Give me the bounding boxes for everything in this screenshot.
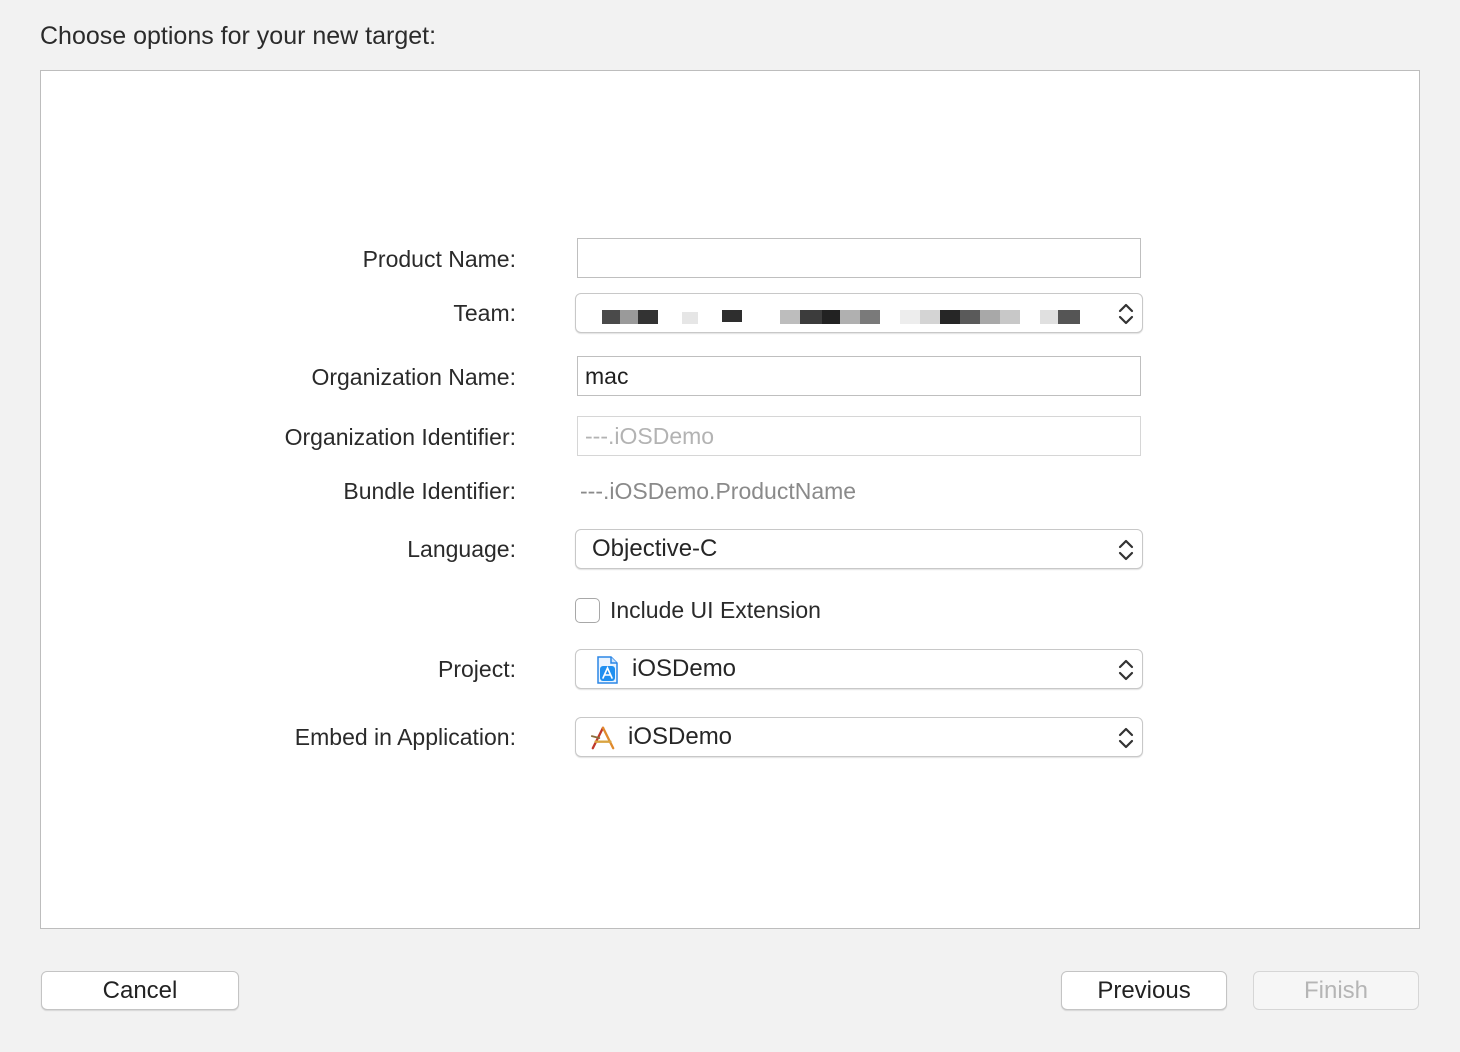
popup-arrows-icon — [1118, 303, 1134, 325]
popup-arrows-icon — [1118, 659, 1134, 681]
finish-button[interactable]: Finish — [1253, 971, 1419, 1010]
team-popup[interactable] — [575, 293, 1143, 333]
app-icon — [590, 726, 615, 750]
embed-in-application-popup[interactable]: iOSDemo — [575, 717, 1143, 757]
team-label: Team: — [453, 300, 516, 326]
previous-button[interactable]: Previous — [1061, 971, 1227, 1010]
organization-name-field[interactable]: mac — [577, 356, 1141, 396]
product-name-field[interactable] — [577, 238, 1141, 278]
cancel-button[interactable]: Cancel — [41, 971, 239, 1010]
popup-arrows-icon — [1118, 539, 1134, 561]
language-value: Objective-C — [592, 535, 718, 562]
organization-identifier-field[interactable]: ---.iOSDemo — [577, 416, 1141, 456]
organization-name-label: Organization Name: — [311, 364, 516, 390]
popup-arrows-icon — [1118, 727, 1134, 749]
project-value: iOSDemo — [632, 655, 737, 682]
project-label: Project: — [438, 656, 516, 682]
bundle-identifier-label: Bundle Identifier: — [343, 478, 516, 504]
language-popup[interactable]: Objective-C — [575, 529, 1143, 569]
product-name-label: Product Name: — [362, 246, 516, 272]
redacted-team-value — [602, 310, 1080, 324]
language-label: Language: — [407, 536, 516, 562]
include-ui-extension-label[interactable]: Include UI Extension — [610, 597, 821, 624]
organization-identifier-label: Organization Identifier: — [284, 424, 516, 450]
options-panel: Product Name: Team: Organization Name: m… — [40, 70, 1420, 929]
project-popup[interactable]: iOSDemo — [575, 649, 1143, 689]
bundle-identifier-value: ---.iOSDemo.ProductName — [580, 478, 857, 504]
embed-in-application-label: Embed in Application: — [294, 724, 516, 750]
include-ui-extension-checkbox[interactable] — [575, 598, 600, 623]
embed-in-application-value: iOSDemo — [628, 723, 733, 750]
dialog-heading: Choose options for your new target: — [40, 22, 437, 50]
xcode-project-icon — [597, 656, 618, 684]
